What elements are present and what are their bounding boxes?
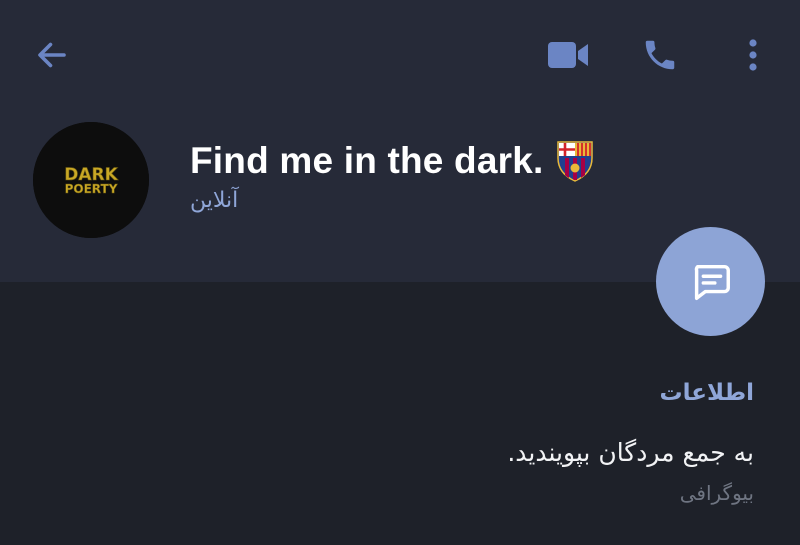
online-status: آنلاین bbox=[190, 188, 239, 213]
avatar-logo-line-2: POERTY bbox=[65, 182, 118, 196]
fc-barcelona-crest-icon bbox=[556, 141, 593, 182]
more-vertical-icon bbox=[749, 39, 757, 71]
bio-label: بیوگرافی bbox=[679, 481, 754, 505]
avatar[interactable]: DARK POERTY bbox=[33, 122, 149, 238]
message-icon bbox=[694, 264, 730, 300]
video-call-button[interactable] bbox=[540, 30, 596, 80]
info-heading: اطلاعات bbox=[659, 380, 754, 406]
chat-title: Find me in the dark. bbox=[190, 140, 544, 181]
voice-call-button[interactable] bbox=[632, 28, 688, 82]
back-button[interactable] bbox=[24, 30, 80, 80]
video-call-icon bbox=[548, 42, 588, 68]
more-options-button[interactable] bbox=[730, 30, 776, 80]
chat-title-row: Find me in the dark. bbox=[190, 140, 594, 182]
info-section: اطلاعات به جمع مردگان بپوینديد. بیوگرافی bbox=[74, 380, 754, 505]
avatar-logo: DARK POERTY bbox=[33, 122, 149, 238]
phone-icon bbox=[645, 40, 675, 70]
bio-text[interactable]: به جمع مردگان بپوینديد. bbox=[74, 438, 754, 467]
back-arrow-icon bbox=[38, 42, 66, 68]
send-message-button[interactable] bbox=[656, 227, 765, 336]
top-bar bbox=[0, 0, 800, 110]
